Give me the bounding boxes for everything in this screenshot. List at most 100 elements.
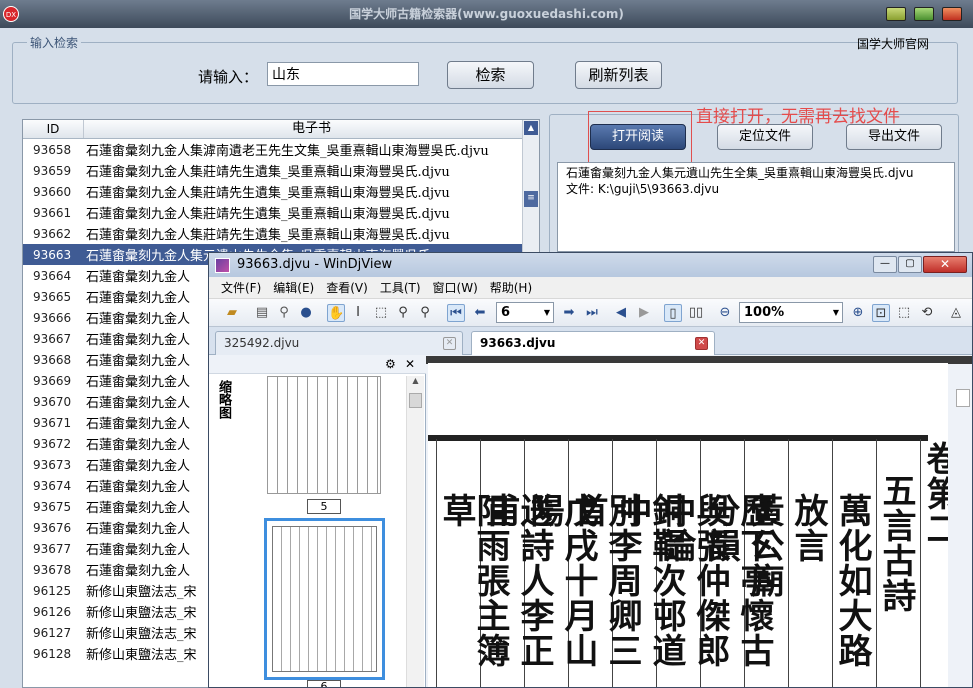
thumbnail-panel-header: ⚙ ✕ <box>209 356 426 374</box>
scroll-up-icon[interactable]: ▲ <box>524 121 538 135</box>
back-icon[interactable]: ◀ <box>612 304 630 322</box>
menu-item[interactable]: 帮助(H) <box>490 277 532 298</box>
print-icon[interactable]: ▤ <box>253 304 271 322</box>
tab-close-icon[interactable]: ✕ <box>695 337 708 350</box>
row-id: 93677 <box>33 541 72 556</box>
menu-item[interactable]: 工具(T) <box>380 277 421 298</box>
row-id: 93668 <box>33 352 72 367</box>
zoom-in-icon[interactable]: ⊕ <box>849 304 867 322</box>
row-id: 93675 <box>33 499 72 514</box>
zoom-out-icon[interactable]: ⊖ <box>716 304 734 322</box>
maximize-icon[interactable] <box>914 7 934 21</box>
close-icon[interactable] <box>942 7 962 21</box>
open-folder-icon[interactable]: ▰ <box>223 304 241 322</box>
info-icon[interactable]: ● <box>297 304 315 322</box>
settings-gear-icon[interactable]: ⚙ <box>385 357 396 371</box>
thumb-label-5: 5 <box>307 499 341 514</box>
zoom-rect-icon[interactable]: ⚲ <box>416 304 434 322</box>
forward-icon[interactable]: ▶ <box>635 304 653 322</box>
zoom-level: 100% <box>744 305 785 320</box>
row-id: 93672 <box>33 436 72 451</box>
page-top-rule <box>428 435 928 441</box>
locate-file-button[interactable]: 定位文件 <box>717 124 813 150</box>
row-name: 石蓮畬彙刻九金人集滹南遺老王先生文集_吳重熹輯山東海豐吳氏.djvu <box>86 144 489 159</box>
row-name: 石蓮畬彙刻九金人集莊靖先生遺集_吳重熹輯山東海豐吳氏.djvu <box>86 165 450 180</box>
page-scroll-thumb[interactable] <box>956 389 970 407</box>
dj-maximize-icon[interactable]: ▢ <box>898 256 922 273</box>
text-column: 五言古詩 <box>876 473 916 613</box>
table-row[interactable]: 93660 石蓮畬彙刻九金人集莊靖先生遺集_吳重熹輯山東海豐吳氏.djvu <box>23 181 539 202</box>
row-id: 96126 <box>33 604 72 619</box>
table-row[interactable]: 93658 石蓮畬彙刻九金人集滹南遺老王先生文集_吳重熹輯山東海豐吳氏.djvu <box>23 139 539 160</box>
last-page-icon[interactable]: ⏭ <box>583 304 601 322</box>
row-id: 93663 <box>33 247 72 262</box>
row-name: 石蓮畬彙刻九金人集莊靖先生遺集_吳重熹輯山東海豐吳氏.djvu <box>86 228 450 243</box>
export-file-button[interactable]: 导出文件 <box>846 124 942 150</box>
find-icon[interactable]: ⚲ <box>275 304 293 322</box>
first-page-icon[interactable]: ⏮ <box>447 304 465 322</box>
menu-bar: 文件(F) 编辑(E) 查看(V) 工具(T) 窗口(W) 帮助(H) <box>209 277 972 299</box>
tab-close-icon[interactable]: ✕ <box>443 337 456 350</box>
panel-close-icon[interactable]: ✕ <box>405 357 415 371</box>
windjview-window[interactable]: 93663.djvu - WinDjView — ▢ ✕ 文件(F) 编辑(E) 查… <box>208 252 973 688</box>
menu-item[interactable]: 编辑(E) <box>273 277 314 298</box>
chevron-down-icon: ▼ <box>543 308 550 317</box>
column-rule <box>788 439 789 687</box>
facing-pages-icon[interactable]: ▯▯ <box>687 304 705 322</box>
windjview-title: 93663.djvu - WinDjView <box>237 257 393 272</box>
page-number-combo[interactable]: 6 ▼ <box>496 302 554 323</box>
toolbar: ▰ ▤ ⚲ ● ✋ I ⬚ ⚲ ⚲ ⏮ ⬅ 6 ▼ ➡ ⏭ ◀ ▶ ▯ ▯▯ ⊖ … <box>209 299 972 327</box>
table-row[interactable]: 93659 石蓮畬彙刻九金人集莊靖先生遺集_吳重熹輯山東海豐吳氏.djvu <box>23 160 539 181</box>
row-id: 93662 <box>33 226 72 241</box>
next-page-icon[interactable]: ➡ <box>560 304 578 322</box>
text-select-icon[interactable]: I <box>349 304 367 322</box>
search-button[interactable]: 检索 <box>447 61 534 89</box>
fit-page-icon[interactable]: ⊡ <box>872 304 890 322</box>
dj-close-icon[interactable]: ✕ <box>923 256 967 273</box>
menu-item[interactable]: 窗口(W) <box>433 277 478 298</box>
scroll-thumb[interactable]: ≡ <box>524 191 538 207</box>
minimize-icon[interactable] <box>886 7 906 21</box>
table-row[interactable]: 93661 石蓮畬彙刻九金人集莊靖先生遺集_吳重熹輯山東海豐吳氏.djvu <box>23 202 539 223</box>
fit-width-icon[interactable]: ⬚ <box>895 304 913 322</box>
thumb-scroll-thumb[interactable] <box>409 393 422 408</box>
rect-select-icon[interactable]: ⬚ <box>372 304 390 322</box>
single-page-icon[interactable]: ▯ <box>664 304 682 322</box>
hand-tool-icon[interactable]: ✋ <box>327 304 345 322</box>
zoom-combo[interactable]: 100% ▼ <box>739 302 843 323</box>
search-group-title: 输入检索 <box>27 34 82 51</box>
zoom-tool-icon[interactable]: ⚲ <box>394 304 412 322</box>
site-link[interactable]: 国学大师官网 <box>857 35 929 52</box>
col-name-header[interactable]: 电子书 <box>83 120 539 138</box>
search-input[interactable] <box>267 62 419 86</box>
prev-page-icon[interactable]: ⬅ <box>471 304 489 322</box>
row-id: 93665 <box>33 289 72 304</box>
thumbnail-scrollbar[interactable]: ▲ <box>406 376 424 687</box>
row-id: 93670 <box>33 394 72 409</box>
tab-93663[interactable]: 93663.djvu ✕ <box>471 331 715 355</box>
rotate-icon[interactable]: ⟲ <box>918 304 936 322</box>
table-row[interactable]: 93662 石蓮畬彙刻九金人集莊靖先生遺集_吳重熹輯山東海豐吳氏.djvu <box>23 223 539 244</box>
sidebar-title[interactable]: 缩略图 <box>213 380 233 419</box>
thumbnail-panel[interactable]: ⚙ ✕ 缩略图 5 6 ▲ <box>209 356 426 687</box>
thumbnail-page-6[interactable] <box>264 518 385 680</box>
col-id-header[interactable]: ID <box>23 120 83 138</box>
more-tools-icon[interactable]: ◬ <box>947 304 965 322</box>
menu-item[interactable]: 查看(V) <box>326 277 368 298</box>
text-column: 阻雨張主簿草 <box>436 493 510 668</box>
list-header: ID 电子书 <box>23 120 539 139</box>
row-id: 93671 <box>33 415 72 430</box>
row-id: 93658 <box>33 142 72 157</box>
menu-item[interactable]: 文件(F) <box>221 277 261 298</box>
chevron-down-icon: ▼ <box>832 308 839 317</box>
dj-minimize-icon[interactable]: — <box>873 256 897 273</box>
refresh-list-button[interactable]: 刷新列表 <box>575 61 662 89</box>
row-id: 93673 <box>33 457 72 472</box>
thumbnail-page-5[interactable] <box>267 376 381 494</box>
tab-325492[interactable]: 325492.djvu ✕ <box>215 331 463 355</box>
file-path-text: 文件: K:\guji\5\93663.djvu <box>566 182 720 196</box>
app-title: 国学大师古籍检索器(www.guoxuedashi.com) <box>349 7 624 21</box>
djvu-page-view[interactable]: 卷第二 五言古詩 萬化如大路 放言 黃公廟 歷下亭懷古分韻 與張仲傑郎中論 銅鞮次邨道中 別李周… <box>428 363 948 687</box>
scroll-up-icon[interactable]: ▲ <box>407 376 424 385</box>
row-id: 93669 <box>33 373 72 388</box>
